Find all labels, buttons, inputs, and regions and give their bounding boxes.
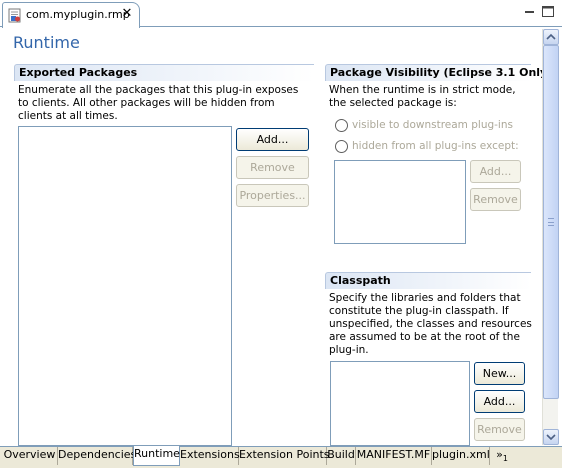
visibility-remove-button[interactable]: Remove: [470, 188, 521, 211]
package-visibility-description: When the runtime is in strict mode, the …: [329, 84, 516, 109]
tab-dependencies[interactable]: Dependencies: [58, 447, 136, 465]
overflow-chevron-icon: »: [496, 448, 503, 461]
radio-button-icon: [335, 119, 348, 132]
exported-packages-header: Exported Packages: [14, 64, 314, 81]
radio-visible-downstream[interactable]: visible to downstream plug-ins: [335, 118, 525, 134]
tab-manifest-mf[interactable]: MANIFEST.MF: [356, 447, 432, 465]
vertical-scrollbar[interactable]: [542, 29, 559, 445]
exported-packages-list[interactable]: [18, 126, 232, 446]
form-page-tabs: Overview Dependencies Runtime Extensions…: [0, 446, 562, 468]
grip-icon: [548, 218, 554, 226]
page-title: Runtime: [13, 33, 80, 52]
radio-hidden-label: hidden from all plug-ins except:: [352, 140, 519, 152]
radio-button-icon: [335, 140, 348, 153]
chevron-up-icon: [546, 33, 556, 40]
tab-runtime[interactable]: Runtime: [133, 446, 180, 466]
plugin-file-icon: [8, 8, 21, 23]
close-icon[interactable]: ✕: [120, 5, 134, 23]
package-visibility-header: Package Visibility (Eclipse 3.1 Only): [325, 64, 552, 81]
classpath-description: Specify the libraries and folders that c…: [329, 292, 532, 356]
minimize-icon[interactable]: [522, 4, 538, 20]
scroll-thumb[interactable]: [543, 45, 559, 399]
radio-hidden-except[interactable]: hidden from all plug-ins except:: [335, 139, 525, 155]
visibility-add-button[interactable]: Add...: [470, 160, 521, 183]
tab-build[interactable]: Build: [327, 447, 356, 465]
tab-extension-points[interactable]: Extension Points: [239, 447, 330, 465]
chevron-down-icon: [546, 434, 556, 441]
editor-tab-title: com.myplugin.rmp: [26, 8, 130, 21]
exported-add-button[interactable]: Add...: [236, 128, 309, 151]
tab-overflow-button[interactable]: »1: [490, 447, 514, 465]
maximize-icon[interactable]: [540, 4, 556, 20]
tab-overview[interactable]: Overview: [2, 447, 58, 465]
exported-remove-button[interactable]: Remove: [236, 156, 309, 179]
tab-extensions[interactable]: Extensions: [180, 447, 240, 465]
classpath-new-button[interactable]: New...: [474, 362, 525, 385]
classpath-remove-button[interactable]: Remove: [474, 418, 525, 441]
visibility-plugins-list[interactable]: [334, 160, 466, 244]
overflow-count: 1: [502, 454, 508, 464]
classpath-add-button[interactable]: Add...: [474, 390, 525, 413]
editor-tab-strip: com.myplugin.rmp ✕: [0, 0, 562, 28]
exported-properties-button[interactable]: Properties...: [236, 184, 309, 207]
editor-tab[interactable]: com.myplugin.rmp ✕: [2, 2, 140, 28]
tab-plugin-xml[interactable]: plugin.xml: [432, 447, 490, 465]
scroll-up-button[interactable]: [543, 29, 559, 45]
classpath-list[interactable]: [330, 361, 470, 446]
exported-packages-description: Enumerate all the packages that this plu…: [18, 84, 299, 122]
scroll-down-button[interactable]: [543, 429, 559, 445]
classpath-header: Classpath: [325, 272, 531, 289]
radio-visible-label: visible to downstream plug-ins: [352, 119, 513, 131]
